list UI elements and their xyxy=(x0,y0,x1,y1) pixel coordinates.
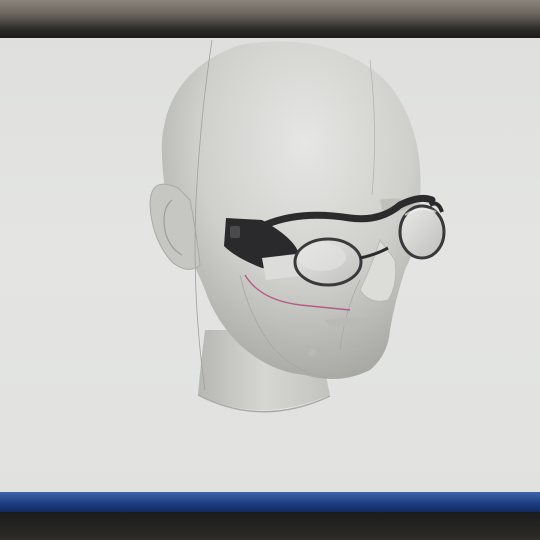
taskbar[interactable] xyxy=(0,492,540,514)
head-model-render xyxy=(149,39,446,413)
monitor-top-bezel xyxy=(0,0,540,40)
monitor-bottom-bezel xyxy=(0,512,540,540)
cad-viewport[interactable] xyxy=(0,38,540,498)
head-shell xyxy=(161,41,421,380)
